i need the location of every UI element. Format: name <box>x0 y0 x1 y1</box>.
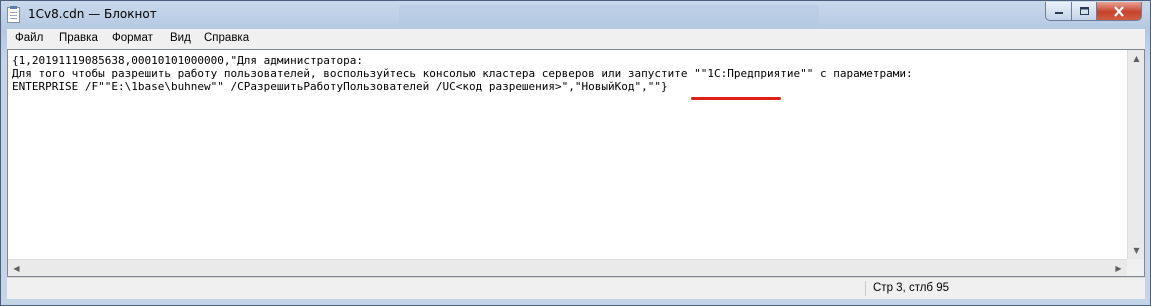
minimize-button[interactable] <box>1045 2 1072 21</box>
scroll-down-arrow-icon[interactable]: ▼ <box>1128 242 1144 259</box>
background-window-blur <box>399 5 819 25</box>
menu-edit[interactable]: Правка <box>59 32 98 44</box>
cursor-position: Стр 3, стлб 95 <box>873 282 949 294</box>
minimize-icon <box>1046 2 1071 20</box>
text-line: Для того чтобы разрешить работу пользова… <box>12 67 913 80</box>
maximize-button[interactable] <box>1071 2 1097 21</box>
status-bar: Стр 3, стлб 95 <box>7 277 1145 299</box>
close-icon <box>1097 2 1141 20</box>
menu-format[interactable]: Формат <box>112 32 153 44</box>
close-button[interactable] <box>1096 2 1142 21</box>
highlight-underline <box>691 97 781 100</box>
menu-file[interactable]: Файл <box>15 32 43 44</box>
vertical-scrollbar[interactable]: ▲ ▼ <box>1127 50 1144 259</box>
title-bar[interactable]: 1Cv8.cdn — Блокнот <box>1 1 1150 29</box>
horizontal-scrollbar[interactable]: ◀ ▶ <box>8 259 1127 276</box>
scroll-left-arrow-icon[interactable]: ◀ <box>8 260 25 276</box>
maximize-icon <box>1072 2 1096 20</box>
text-line: {1,20191119085638,00010101000000,"Для ад… <box>12 54 363 67</box>
notepad-window: 1Cv8.cdn — Блокнот Файл Правка Формат Ви… <box>0 0 1151 306</box>
editor-text[interactable]: {1,20191119085638,00010101000000,"Для ад… <box>12 54 913 93</box>
scrollbar-corner <box>1127 259 1144 276</box>
menu-help[interactable]: Справка <box>204 32 249 44</box>
window-title: 1Cv8.cdn — Блокнот <box>28 7 157 21</box>
menu-bar: Файл Правка Формат Вид Справка <box>7 29 1145 49</box>
text-editor[interactable]: {1,20191119085638,00010101000000,"Для ад… <box>7 49 1145 277</box>
scroll-right-arrow-icon[interactable]: ▶ <box>1110 260 1127 276</box>
menu-view[interactable]: Вид <box>170 32 191 44</box>
status-divider <box>865 281 866 296</box>
notepad-icon[interactable] <box>7 6 20 23</box>
text-line: ENTERPRISE /F""E:\1base\buhnew"" /СРазре… <box>12 80 668 93</box>
scroll-up-arrow-icon[interactable]: ▲ <box>1128 50 1144 67</box>
